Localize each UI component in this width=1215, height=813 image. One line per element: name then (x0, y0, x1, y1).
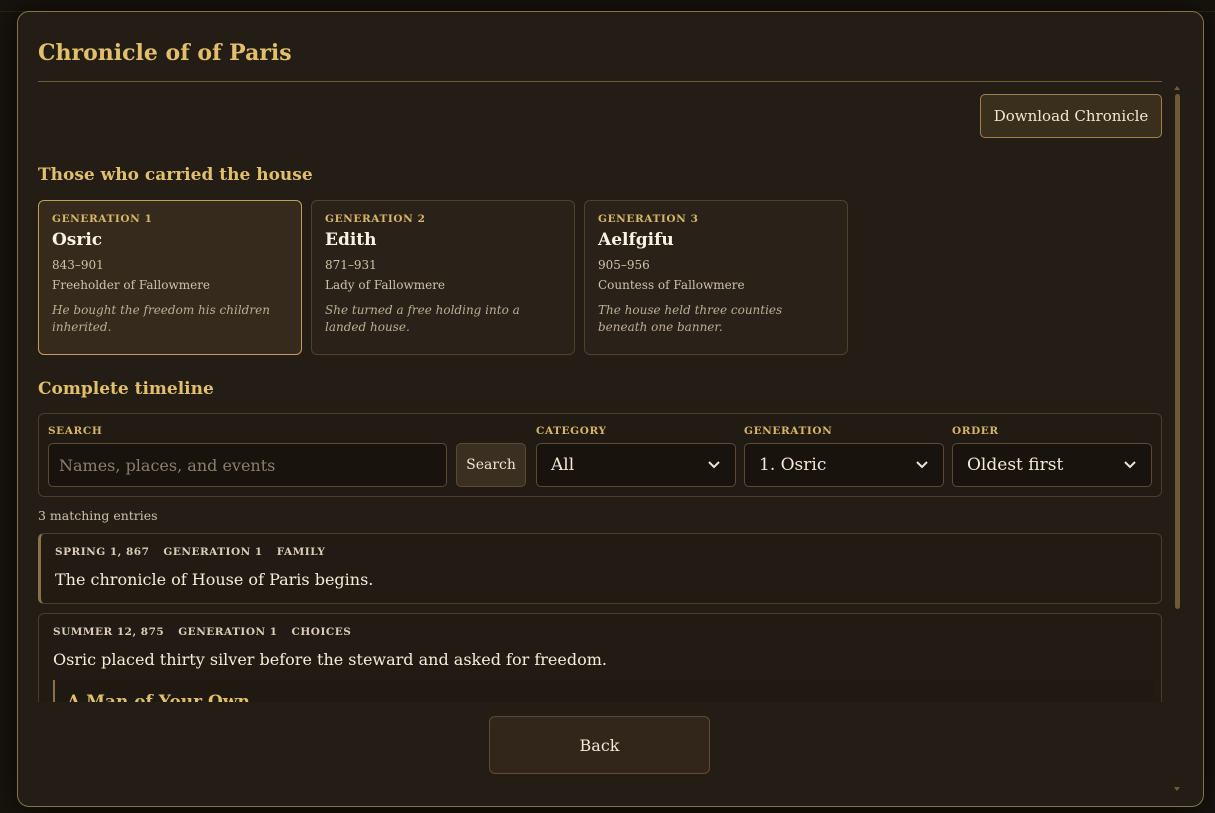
entry-text: The chronicle of House of Paris begins. (55, 570, 374, 589)
timeline-heading: Complete timeline (38, 379, 214, 399)
entry-category: CHOICES (291, 626, 352, 638)
entry-date: SUMMER 12, 875 (53, 626, 165, 638)
timeline-entry: SPRING 1, 867 GENERATION 1 FAMILY The ch… (38, 533, 1162, 604)
generations-heading: Those who carried the house (38, 165, 313, 185)
generation-quote: He bought the freedom his children inher… (52, 303, 270, 334)
generation-label: GENERATION 3 (598, 213, 699, 225)
generation-name: Osric (52, 230, 103, 250)
download-chronicle-button[interactable]: Download Chronicle (980, 94, 1162, 138)
category-value: All (551, 455, 575, 475)
generation-filter-label: GENERATION (744, 425, 833, 437)
scroll-down-icon[interactable] (1174, 787, 1180, 791)
generation-card-aelfgifu[interactable]: GENERATION 3 Aelfgifu 905–956 Countess o… (584, 200, 848, 355)
entry-category: FAMILY (276, 546, 326, 558)
generation-quote: The house held three counties beneath on… (598, 303, 783, 334)
back-button[interactable]: Back (489, 716, 710, 774)
generation-card-osric[interactable]: GENERATION 1 Osric 843–901 Freeholder of… (38, 200, 302, 355)
generation-years: 905–956 (598, 258, 650, 272)
entry-text: Osric placed thirty silver before the st… (53, 650, 607, 669)
match-count: 3 matching entries (38, 508, 158, 523)
generation-value: 1. Osric (759, 455, 827, 475)
generation-title: Freeholder of Fallowmere (52, 278, 211, 292)
generation-label: GENERATION 1 (52, 213, 153, 225)
choice-block: A Man of Your Own (53, 680, 1153, 702)
order-select[interactable]: Oldest first (952, 443, 1152, 487)
generation-name: Aelfgifu (598, 230, 674, 250)
category-select[interactable]: All (536, 443, 736, 487)
generation-cards: GENERATION 1 Osric 843–901 Freeholder of… (38, 200, 848, 355)
modal-title: Chronicle of of Paris (38, 40, 292, 66)
order-label: ORDER (952, 425, 999, 437)
scrollbar-thumb[interactable] (1175, 94, 1180, 609)
entry-generation: GENERATION 1 (178, 626, 278, 638)
entry-generation: GENERATION 1 (163, 546, 263, 558)
choice-title: A Man of Your Own (67, 692, 250, 702)
generation-title: Countess of Fallowmere (598, 278, 745, 292)
chevron-down-icon (1124, 461, 1136, 469)
order-value: Oldest first (967, 455, 1064, 475)
chevron-down-icon (916, 461, 928, 469)
scroll-up-icon[interactable] (1174, 86, 1180, 90)
entry-meta: SPRING 1, 867 GENERATION 1 FAMILY (55, 546, 325, 558)
search-label: SEARCH (48, 425, 103, 437)
generation-title: Lady of Fallowmere (325, 278, 446, 292)
category-label: CATEGORY (536, 425, 607, 437)
chronicle-modal: Chronicle of of Paris Download Chronicle… (17, 11, 1204, 807)
modal-scroll-area[interactable]: Download Chronicle Those who carried the… (38, 92, 1162, 702)
generation-name: Edith (325, 230, 377, 250)
generation-card-edith[interactable]: GENERATION 2 Edith 871–931 Lady of Fallo… (311, 200, 575, 355)
chevron-down-icon (708, 461, 720, 469)
entry-meta: SUMMER 12, 875 GENERATION 1 CHOICES (53, 626, 351, 638)
generation-years: 843–901 (52, 258, 104, 272)
modal-scrollbar[interactable] (1173, 86, 1183, 791)
generation-label: GENERATION 2 (325, 213, 426, 225)
search-button[interactable]: Search (456, 443, 526, 487)
generation-select[interactable]: 1. Osric (744, 443, 944, 487)
title-divider (38, 81, 1162, 82)
entry-date: SPRING 1, 867 (55, 546, 150, 558)
search-input[interactable] (48, 443, 447, 487)
timeline-filters: SEARCH Search CATEGORY All GENERATION 1.… (38, 413, 1162, 497)
timeline-entry: SUMMER 12, 875 GENERATION 1 CHOICES Osri… (38, 613, 1162, 702)
generation-quote: She turned a free holding into a landed … (325, 303, 520, 334)
generation-years: 871–931 (325, 258, 377, 272)
